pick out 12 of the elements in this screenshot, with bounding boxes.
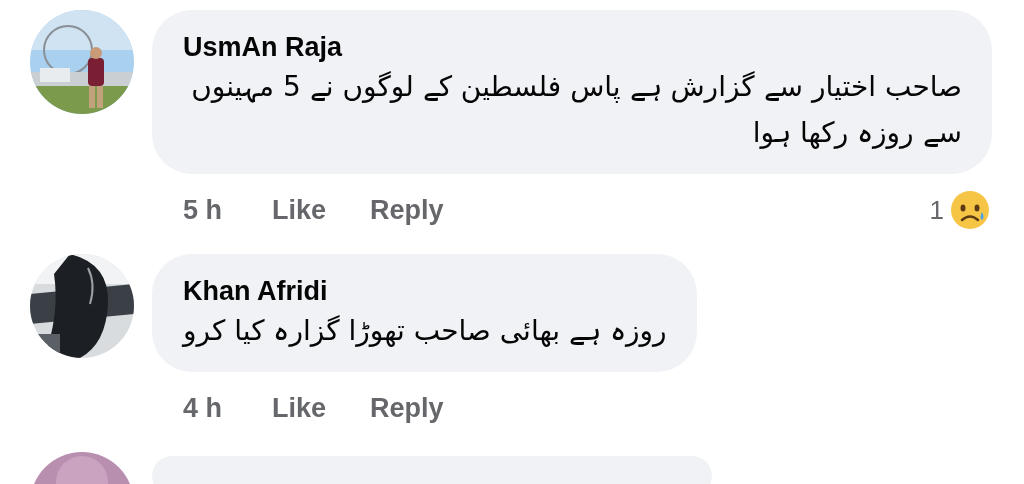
comment-text: صاحب اختیار سے گزارش ہے پاس فلسطین کے لوگوں نے 5 مہینوں سے روزہ رکھا ہوا [190, 69, 962, 151]
like-button[interactable]: Like [272, 194, 327, 226]
timestamp: 5 h [183, 194, 222, 226]
commenter-name[interactable]: UsmAn Raja [183, 30, 962, 64]
like-button[interactable]: Like [272, 392, 327, 424]
sad-emoji-icon [950, 190, 990, 230]
comment-text: روزہ ہے بھائی صاحب تھوڑا گزارہ کیا کرو [183, 313, 667, 349]
reply-button[interactable]: Reply [370, 392, 444, 424]
commenter-name[interactable]: Khan Afridi [183, 274, 667, 308]
timestamp: 4 h [183, 392, 222, 424]
reaction-count[interactable]: 1 [929, 194, 944, 226]
reply-button[interactable]: Reply [370, 194, 444, 226]
